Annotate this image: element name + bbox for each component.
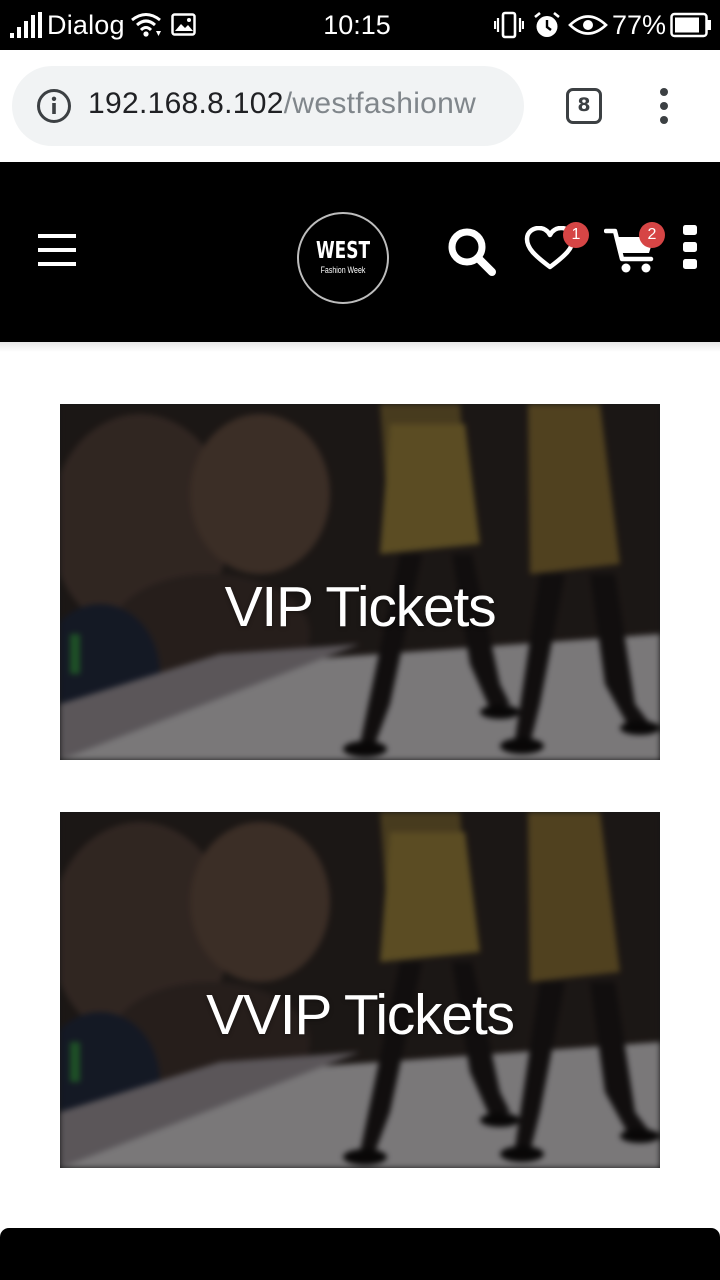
footer-bar [0, 1228, 720, 1280]
battery-icon [670, 12, 711, 38]
url-path: /westfashionw [283, 87, 477, 120]
alarm-icon [534, 11, 560, 37]
more-vert-icon[interactable] [650, 86, 678, 126]
ticket-title: VIP Tickets [224, 575, 497, 639]
logo-subtitle: Fashion Week [320, 265, 366, 275]
url-text[interactable]: 192.168.8.102/westfashionw [88, 87, 512, 121]
site-logo[interactable]: WEST Fashion Week [297, 212, 389, 304]
url-host: 192.168.8.102 [88, 87, 284, 120]
browser-toolbar: 192.168.8.102/westfashionw 8 [0, 50, 720, 162]
hamburger-menu-icon[interactable] [38, 232, 76, 268]
wishlist-count-badge: 1 [563, 222, 589, 248]
ticket-card-vvip[interactable]: VVIP Tickets [60, 812, 660, 1168]
logo-title: WEST [315, 238, 371, 264]
eye-comfort-icon [568, 15, 608, 35]
tab-switcher-button[interactable]: 8 [566, 88, 602, 124]
ticket-title: VVIP Tickets [206, 983, 515, 1047]
info-icon[interactable] [36, 88, 72, 124]
ticket-card-vip[interactable]: VIP Tickets [60, 404, 660, 760]
status-bar: Dialog 10:15 77% [0, 0, 720, 50]
header-shadow [0, 342, 720, 352]
site-header: WEST Fashion Week 1 2 [0, 162, 720, 342]
address-bar[interactable]: 192.168.8.102/westfashionw [12, 66, 524, 146]
vibrate-icon [494, 11, 524, 39]
more-vert-icon[interactable] [680, 225, 700, 269]
battery-percentage: 77% [612, 10, 667, 40]
search-icon[interactable] [446, 226, 498, 278]
cart-count-badge: 2 [639, 222, 665, 248]
